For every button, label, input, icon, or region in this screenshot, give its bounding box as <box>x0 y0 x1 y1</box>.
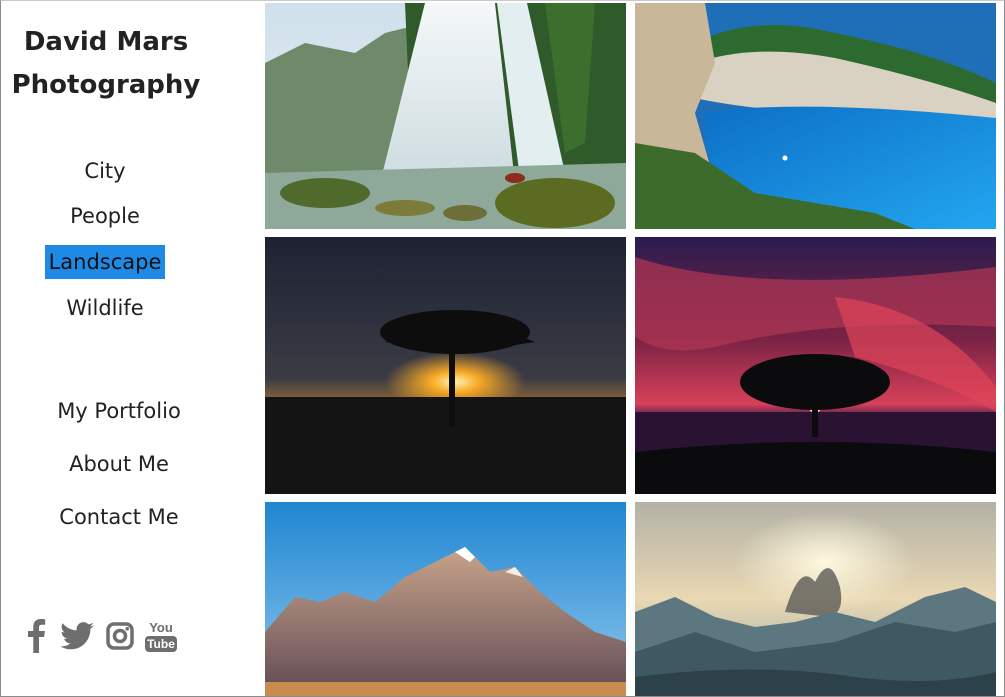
browser-viewport: David Mars Photography City People Lands… <box>0 0 1005 697</box>
acacia-sunset-image <box>265 237 626 494</box>
youtube-icon-text-top: You <box>149 619 173 635</box>
nav-link-about-me[interactable]: About Me <box>1 449 237 479</box>
twitter-icon[interactable] <box>59 617 95 655</box>
youtube-icon[interactable]: You Tube <box>143 617 179 655</box>
instagram-icon[interactable] <box>102 617 138 655</box>
coastal-bay-image <box>635 3 996 229</box>
category-link-city[interactable]: City <box>80 154 129 188</box>
site-title[interactable]: David Mars Photography <box>1 21 211 107</box>
youtube-icon-text-bottom: Tube <box>145 635 177 652</box>
category-item-city: City <box>1 154 209 188</box>
nav-link-contact-me[interactable]: Contact Me <box>1 502 237 532</box>
gallery-photo-tree-red-sky[interactable] <box>635 237 996 494</box>
category-link-landscape[interactable]: Landscape <box>44 245 166 279</box>
category-item-wildlife: Wildlife <box>1 291 209 325</box>
nav-link-my-portfolio[interactable]: My Portfolio <box>1 396 237 426</box>
category-item-landscape: Landscape <box>1 245 209 279</box>
gallery-photo-acacia-sunset[interactable] <box>265 237 626 494</box>
sidebar: David Mars Photography City People Lands… <box>1 1 263 696</box>
gallery-photo-misty-valley[interactable] <box>635 502 996 696</box>
facebook-icon[interactable] <box>18 617 54 655</box>
mountain-peaks-image <box>265 502 626 696</box>
waterfall-image <box>265 3 626 229</box>
site-title-line1: David Mars <box>23 27 189 57</box>
category-item-people: People <box>1 199 209 233</box>
gallery-photo-coastal-bay[interactable] <box>635 3 996 229</box>
gallery-photo-waterfall[interactable] <box>265 3 626 229</box>
site-title-line2: Photography <box>11 70 201 100</box>
tree-red-sky-image <box>635 237 996 494</box>
category-link-wildlife[interactable]: Wildlife <box>62 291 147 325</box>
gallery-photo-mountain-peaks[interactable] <box>265 502 626 696</box>
misty-valley-image <box>635 502 996 696</box>
category-link-people[interactable]: People <box>66 199 144 233</box>
